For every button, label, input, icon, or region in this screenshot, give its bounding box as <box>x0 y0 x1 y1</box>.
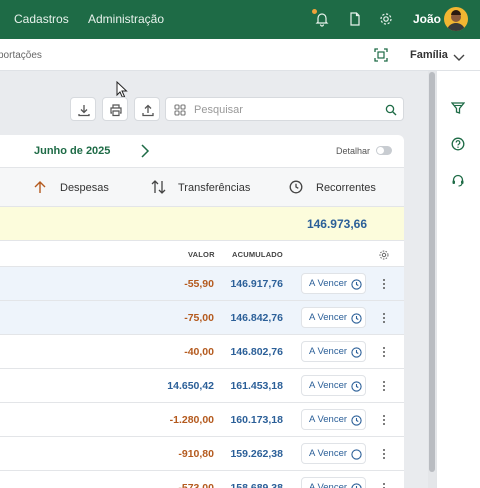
column-valor: VALOR <box>188 250 215 259</box>
row-menu-kebab-icon[interactable] <box>382 279 386 291</box>
print-button[interactable] <box>102 97 128 121</box>
row-menu-kebab-icon[interactable] <box>382 483 386 488</box>
tab-recorrentes[interactable]: Recorrentes <box>316 182 376 194</box>
status-label: A Vencer <box>309 448 348 459</box>
arrow-up-icon <box>33 180 47 199</box>
circle-icon <box>351 449 362 460</box>
clock-icon <box>351 483 362 488</box>
row-acumulado: 158.689,38 <box>230 482 283 488</box>
table-row[interactable]: -910,80 159.262,38 A Vencer <box>0 437 404 471</box>
detail-toggle[interactable] <box>376 146 392 155</box>
avatar[interactable] <box>444 7 468 31</box>
row-menu-kebab-icon[interactable] <box>382 313 386 325</box>
type-tabs: Despesas Transferências Recorrentes <box>0 167 404 207</box>
row-valor: -1.280,00 <box>169 414 214 426</box>
table-row[interactable]: -573,00 158.689,38 A Vencer <box>0 471 404 488</box>
bell-icon[interactable] <box>314 11 330 27</box>
notification-dot <box>312 9 317 14</box>
row-menu-kebab-icon[interactable] <box>382 449 386 461</box>
row-valor: -910,80 <box>178 448 214 460</box>
gear-icon[interactable] <box>378 11 394 27</box>
status-badge[interactable]: A Vencer <box>301 307 366 328</box>
nav-cadastros[interactable]: Cadastros <box>14 12 69 26</box>
row-acumulado: 146.842,76 <box>230 312 283 324</box>
search-input[interactable] <box>194 102 374 118</box>
month-title: Junho de 2025 <box>34 145 111 157</box>
column-acumulado: ACUMULADO <box>232 250 283 259</box>
row-valor: -40,00 <box>184 346 214 358</box>
table-row[interactable]: -40,00 146.802,76 A Vencer <box>0 335 404 369</box>
status-label: A Vencer <box>309 414 348 425</box>
clock-icon <box>351 415 362 426</box>
status-badge[interactable]: A Vencer <box>301 341 366 362</box>
row-valor: 14.650,42 <box>167 380 214 392</box>
help-icon[interactable] <box>451 137 465 156</box>
balance-total: 146.973,66 <box>306 217 367 231</box>
family-selector[interactable]: Família <box>410 49 448 61</box>
clock-icon <box>351 381 362 392</box>
row-acumulado: 146.802,76 <box>230 346 283 358</box>
tab-despesas[interactable]: Despesas <box>60 182 109 194</box>
export-button[interactable] <box>70 97 96 121</box>
sub-header: portações Família <box>0 39 480 71</box>
row-acumulado: 161.453,18 <box>230 380 283 392</box>
row-valor: -75,00 <box>184 312 214 324</box>
row-valor: -573,00 <box>178 482 214 488</box>
table-row[interactable]: -75,00 146.842,76 A Vencer <box>0 301 404 335</box>
status-label: A Vencer <box>309 312 348 323</box>
table-header: VALOR ACUMULADO <box>0 241 404 267</box>
status-badge[interactable]: A Vencer <box>301 443 366 464</box>
top-navbar: Cadastros Administração João <box>0 0 480 39</box>
right-rail <box>436 71 480 488</box>
clock-icon <box>351 347 362 358</box>
search-icon[interactable] <box>385 103 397 121</box>
print-icon <box>110 104 122 117</box>
row-acumulado: 146.917,76 <box>230 278 283 290</box>
nav-administracao[interactable]: Administração <box>88 12 164 26</box>
status-badge[interactable]: A Vencer <box>301 409 366 430</box>
document-icon[interactable] <box>347 11 363 27</box>
upload-icon <box>142 104 154 117</box>
column-settings-gear-icon[interactable] <box>378 248 390 266</box>
scrollbar-thumb[interactable] <box>429 72 435 472</box>
table-row[interactable]: -55,90 146.917,76 A Vencer <box>0 267 404 301</box>
user-name[interactable]: João <box>413 12 441 26</box>
filter-grid-icon[interactable] <box>174 103 186 121</box>
detail-label: Detalhar <box>336 146 371 156</box>
search-box[interactable] <box>165 97 404 121</box>
row-menu-kebab-icon[interactable] <box>382 347 386 359</box>
balance-row: 146.973,66 <box>0 207 404 241</box>
transfer-icon <box>151 180 167 199</box>
table-row[interactable]: -1.280,00 160.173,18 A Vencer <box>0 403 404 437</box>
status-label: A Vencer <box>309 278 348 289</box>
status-label: A Vencer <box>309 482 348 488</box>
status-label: A Vencer <box>309 346 348 357</box>
row-acumulado: 160.173,18 <box>230 414 283 426</box>
status-badge[interactable]: A Vencer <box>301 477 366 488</box>
status-badge[interactable]: A Vencer <box>301 273 366 294</box>
row-menu-kebab-icon[interactable] <box>382 415 386 427</box>
clock-icon <box>351 313 362 324</box>
import-button[interactable] <box>134 97 160 121</box>
download-icon <box>78 105 90 117</box>
table-row[interactable]: 14.650,42 161.453,18 A Vencer <box>0 369 404 403</box>
status-label: A Vencer <box>309 380 348 391</box>
filter-icon[interactable] <box>450 101 466 120</box>
row-valor: -55,90 <box>184 278 214 290</box>
transactions-panel: Junho de 2025 Detalhar Despesas Transfer… <box>0 135 404 488</box>
tab-transferencias[interactable]: Transferências <box>178 182 250 194</box>
chevron-down-icon[interactable] <box>453 50 465 68</box>
headset-support-icon[interactable] <box>451 173 465 192</box>
scan-icon[interactable] <box>374 48 388 67</box>
breadcrumb[interactable]: portações <box>0 50 42 61</box>
clock-icon <box>351 279 362 290</box>
row-acumulado: 159.262,38 <box>230 448 283 460</box>
clock-icon <box>289 180 303 199</box>
next-month-chevron-icon[interactable] <box>140 144 150 163</box>
status-badge[interactable]: A Vencer <box>301 375 366 396</box>
row-menu-kebab-icon[interactable] <box>382 381 386 393</box>
